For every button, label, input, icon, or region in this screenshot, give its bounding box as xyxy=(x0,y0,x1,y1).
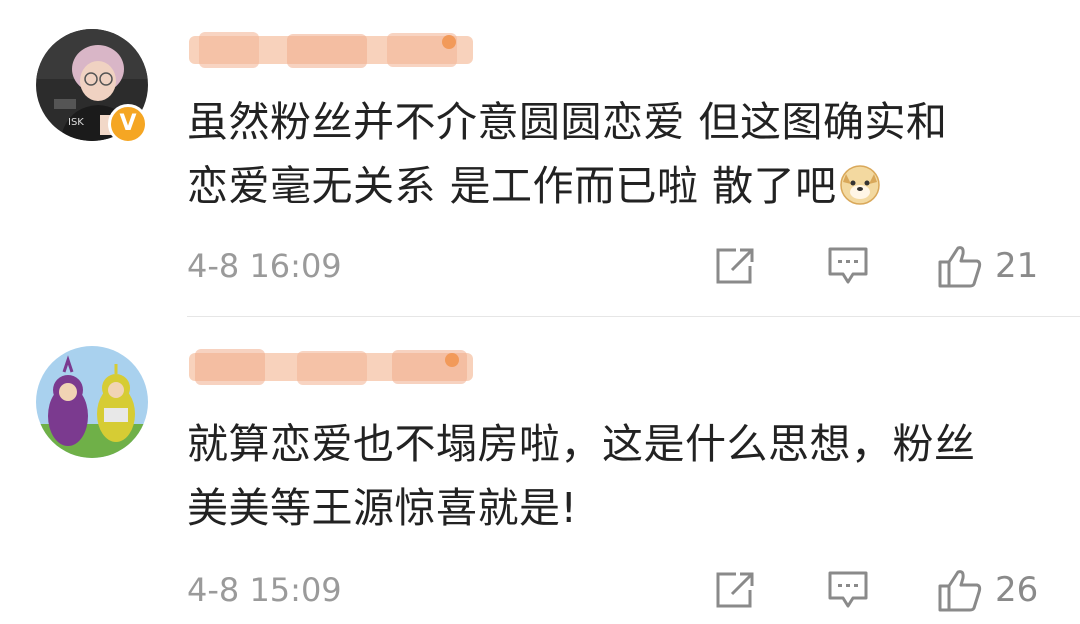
comment-line-text: 恋爱毫无关系 是工作而已啦 散了吧 xyxy=(187,162,837,210)
share-icon xyxy=(716,572,754,608)
share-button[interactable] xyxy=(714,568,756,612)
timestamp: 4-8 16:09 xyxy=(187,247,342,285)
like-button[interactable]: 21 xyxy=(937,244,1038,288)
comment-text: 就算恋爱也不塌房啦，这是什么思想，粉丝 美美等王源惊喜就是! xyxy=(187,412,1047,540)
comment-meta: 4-8 16:09 21 xyxy=(187,244,1044,288)
username-redacted[interactable] xyxy=(187,345,487,389)
svg-text:ISK: ISK xyxy=(68,117,84,128)
username-redacted[interactable] xyxy=(187,28,487,72)
thumbs-up-icon xyxy=(938,246,982,288)
comment-icon xyxy=(828,247,868,284)
reply-button[interactable] xyxy=(827,568,869,612)
thumbs-up-icon xyxy=(938,570,982,612)
comment-line: 恋爱毫无关系 是工作而已啦 散了吧 xyxy=(187,154,1047,224)
comment-text: 虽然粉丝并不介意圆圆恋爱 但这图确实和 恋爱毫无关系 是工作而已啦 散了吧 xyxy=(187,90,1047,224)
verified-badge-icon: V xyxy=(108,104,148,144)
share-button[interactable] xyxy=(714,244,756,288)
timestamp: 4-8 15:09 xyxy=(187,571,342,609)
reply-button[interactable] xyxy=(827,244,869,288)
like-count: 26 xyxy=(995,570,1039,610)
comment-item: ISK V 虽然粉丝并不介意圆圆恋爱 但这图确实和 恋爱毫无关系 是工作而已啦 … xyxy=(0,0,1080,316)
avatar[interactable] xyxy=(36,346,148,458)
share-icon xyxy=(716,248,754,284)
like-button[interactable]: 26 xyxy=(937,568,1038,612)
doge-emoji-icon xyxy=(839,160,881,224)
comment-line: 就算恋爱也不塌房啦，这是什么思想，粉丝 xyxy=(187,420,976,468)
comment-line: 虽然粉丝并不介意圆圆恋爱 但这图确实和 xyxy=(187,98,948,146)
like-count: 21 xyxy=(995,246,1039,286)
comment-meta: 4-8 15:09 26 xyxy=(187,568,1044,612)
comment-item: 就算恋爱也不塌房啦，这是什么思想，粉丝 美美等王源惊喜就是! 4-8 15:09 xyxy=(0,317,1080,624)
comment-line: 美美等王源惊喜就是! xyxy=(187,484,578,532)
comment-icon xyxy=(828,571,868,608)
